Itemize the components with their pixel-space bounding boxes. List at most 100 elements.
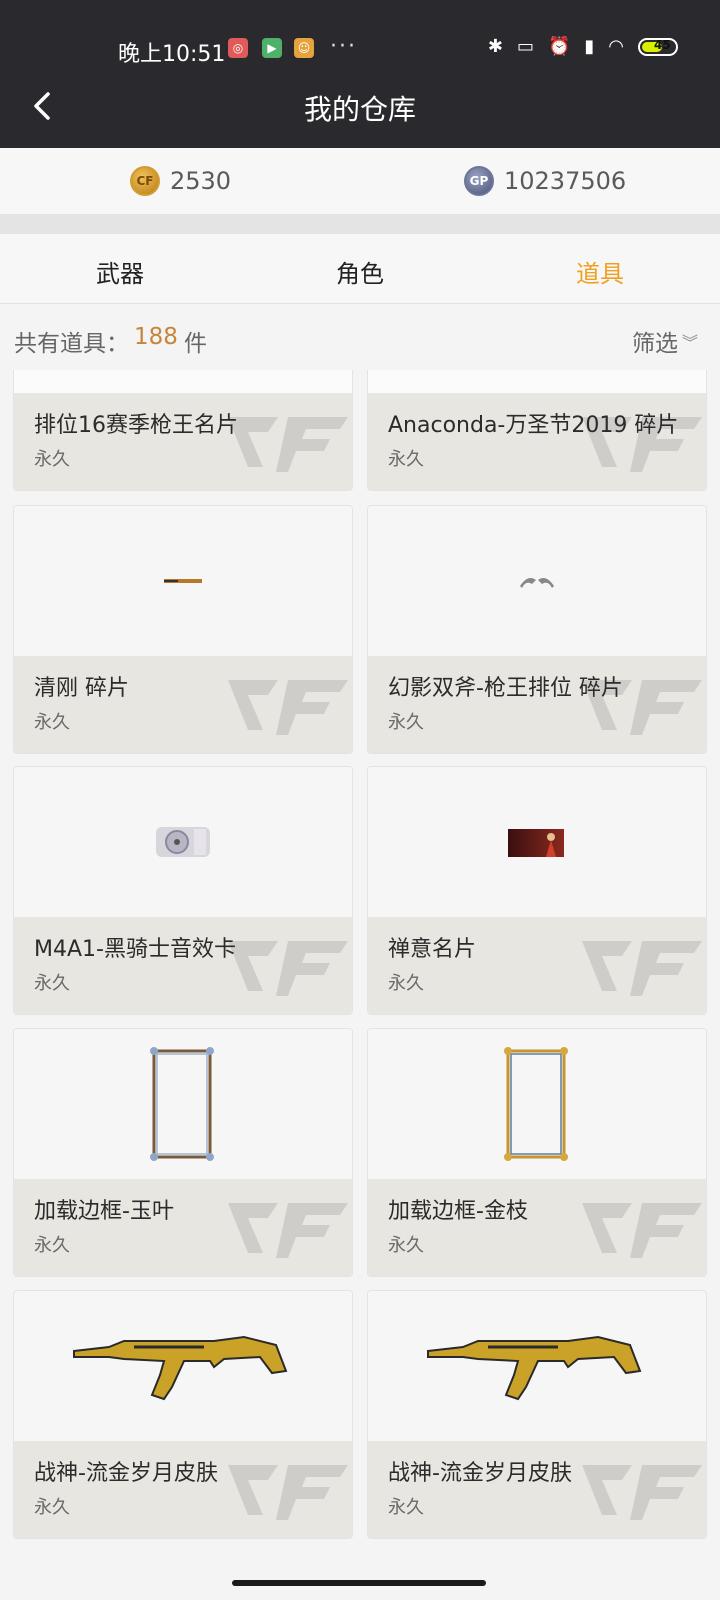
item-card[interactable]: 清刚 碎片 永久 (13, 505, 353, 754)
item-info: M4A1-黑骑士音效卡 永久 (14, 917, 352, 1014)
item-card[interactable]: 加载边框-玉叶 永久 (13, 1028, 353, 1277)
item-name: 战神-流金岁月皮肤 (388, 1461, 572, 1486)
axe-icon (520, 578, 554, 588)
item-name: 清刚 碎片 (34, 676, 129, 701)
app-header: 晚上10:51 ◎ ▶ ☺ ··· ✱ ▭ ⏰ ▮ ◠ 45 我的仓库 (0, 0, 720, 148)
gp-coin-icon: GP (464, 166, 494, 196)
item-info: 幻影双斧-枪王排位 碎片 永久 (368, 656, 706, 753)
item-card[interactable]: M4A1-黑骑士音效卡 永久 (13, 766, 353, 1015)
cf-watermark-icon (582, 1465, 702, 1520)
cf-watermark-icon (228, 1203, 348, 1258)
currency-bar: CF 2530 GP 10237506 (0, 148, 720, 214)
item-info: 战神-流金岁月皮肤 永久 (14, 1441, 352, 1538)
rifle-icon (427, 1335, 642, 1401)
item-duration: 永久 (34, 1497, 70, 1518)
item-image (14, 767, 352, 919)
item-duration: 永久 (388, 973, 424, 994)
cf-points-value: 2530 (170, 167, 232, 195)
item-name: 加载边框-玉叶 (34, 1199, 174, 1224)
item-duration: 永久 (388, 449, 424, 470)
filter-button[interactable]: 筛选 ︾ (632, 324, 698, 358)
item-name: Anaconda-万圣节2019 碎片 (388, 413, 679, 438)
item-image (368, 506, 706, 658)
item-duration: 永久 (388, 712, 424, 733)
battery-icon: 45 (638, 37, 678, 56)
category-tabs: 武器 角色 道具 (0, 234, 720, 304)
app-notification-icon: ☺ (294, 38, 314, 58)
item-count: 188 (134, 324, 178, 350)
item-info: 加载边框-玉叶 永久 (14, 1179, 352, 1276)
item-name: M4A1-黑骑士音效卡 (34, 937, 236, 962)
cf-watermark-icon (582, 1203, 702, 1258)
alarm-icon: ⏰ (547, 36, 571, 57)
cf-watermark-icon (228, 1465, 348, 1520)
item-image (368, 1291, 706, 1443)
wifi-icon: ◠ (608, 36, 624, 57)
name-card-icon (508, 829, 564, 857)
item-grid: 排位16赛季枪王名片 永久 Anaconda-万圣节2019 碎片 永久 清刚 … (0, 370, 720, 1570)
count-unit: 件 (184, 331, 207, 357)
item-info: 排位16赛季枪王名片 永久 (14, 393, 352, 490)
item-count-bar: 共有道具： 188 件 筛选 ︾ (0, 304, 720, 370)
item-card[interactable]: 战神-流金岁月皮肤 永久 (367, 1290, 707, 1539)
page-title: 我的仓库 (303, 93, 416, 126)
tab-characters[interactable]: 角色 (300, 254, 420, 289)
item-duration: 永久 (388, 1235, 424, 1256)
item-image (14, 1291, 352, 1443)
filter-label: 筛选 (631, 331, 678, 357)
item-info: 加载边框-金枝 永久 (368, 1179, 706, 1276)
sound-card-icon (156, 827, 210, 857)
cf-watermark-icon (228, 941, 348, 996)
item-name: 幻影双斧-枪王排位 碎片 (388, 676, 623, 701)
item-card[interactable]: 加载边框-金枝 永久 (367, 1028, 707, 1277)
item-info: 战神-流金岁月皮肤 永久 (368, 1441, 706, 1538)
item-info: Anaconda-万圣节2019 碎片 永久 (368, 393, 706, 490)
item-image (368, 767, 706, 919)
frame-icon (150, 1047, 214, 1161)
item-duration: 永久 (34, 1235, 70, 1256)
bluetooth-icon: ✱ (487, 36, 503, 57)
signal-icon: ▮ (584, 36, 595, 57)
app-notification-icon: ◎ (228, 38, 248, 58)
item-duration: 永久 (34, 973, 70, 994)
gp-points: GP 10237506 (464, 166, 626, 196)
count-label: 共有道具： (14, 331, 129, 357)
item-name: 禅意名片 (388, 937, 477, 962)
item-card[interactable]: 幻影双斧-枪王排位 碎片 永久 (367, 505, 707, 754)
status-bar: 晚上10:51 ◎ ▶ ☺ ··· ✱ ▭ ⏰ ▮ ◠ 45 (0, 34, 720, 67)
cf-watermark-icon (582, 941, 702, 996)
item-info: 禅意名片 永久 (368, 917, 706, 1014)
cf-watermark-icon (228, 680, 348, 735)
item-card[interactable]: 排位16赛季枪王名片 永久 (13, 370, 353, 491)
item-image (14, 506, 352, 658)
vibrate-icon: ▭ (516, 36, 534, 57)
rifle-icon (73, 1335, 288, 1401)
item-image (368, 1029, 706, 1181)
home-indicator[interactable] (232, 1580, 486, 1586)
item-duration: 永久 (34, 449, 70, 470)
item-card[interactable]: 战神-流金岁月皮肤 永久 (13, 1290, 353, 1539)
item-image (14, 1029, 352, 1181)
knife-icon (164, 579, 202, 583)
app-notification-icon: ▶ (262, 38, 282, 58)
status-icons: ✱ ▭ ⏰ ▮ ◠ 45 (488, 36, 678, 57)
item-name: 排位16赛季枪王名片 (34, 413, 238, 438)
item-name: 战神-流金岁月皮肤 (34, 1461, 218, 1486)
cf-coin-icon: CF (130, 166, 160, 196)
section-divider (0, 214, 720, 234)
item-duration: 永久 (388, 1497, 424, 1518)
item-card[interactable]: 禅意名片 永久 (367, 766, 707, 1015)
tab-weapons[interactable]: 武器 (60, 254, 180, 289)
chevron-double-down-icon: ︾ (681, 333, 698, 352)
frame-icon (504, 1047, 568, 1161)
cf-points: CF 2530 (130, 166, 231, 196)
item-card[interactable]: Anaconda-万圣节2019 碎片 永久 (367, 370, 707, 491)
item-info: 清刚 碎片 永久 (14, 656, 352, 753)
item-duration: 永久 (34, 712, 70, 733)
tab-items[interactable]: 道具 (540, 254, 660, 289)
more-notifications-icon: ··· (330, 34, 357, 59)
cf-watermark-icon (228, 417, 348, 472)
battery-level: 45 (654, 37, 671, 52)
gp-points-value: 10237506 (504, 167, 627, 195)
item-name: 加载边框-金枝 (388, 1199, 528, 1224)
